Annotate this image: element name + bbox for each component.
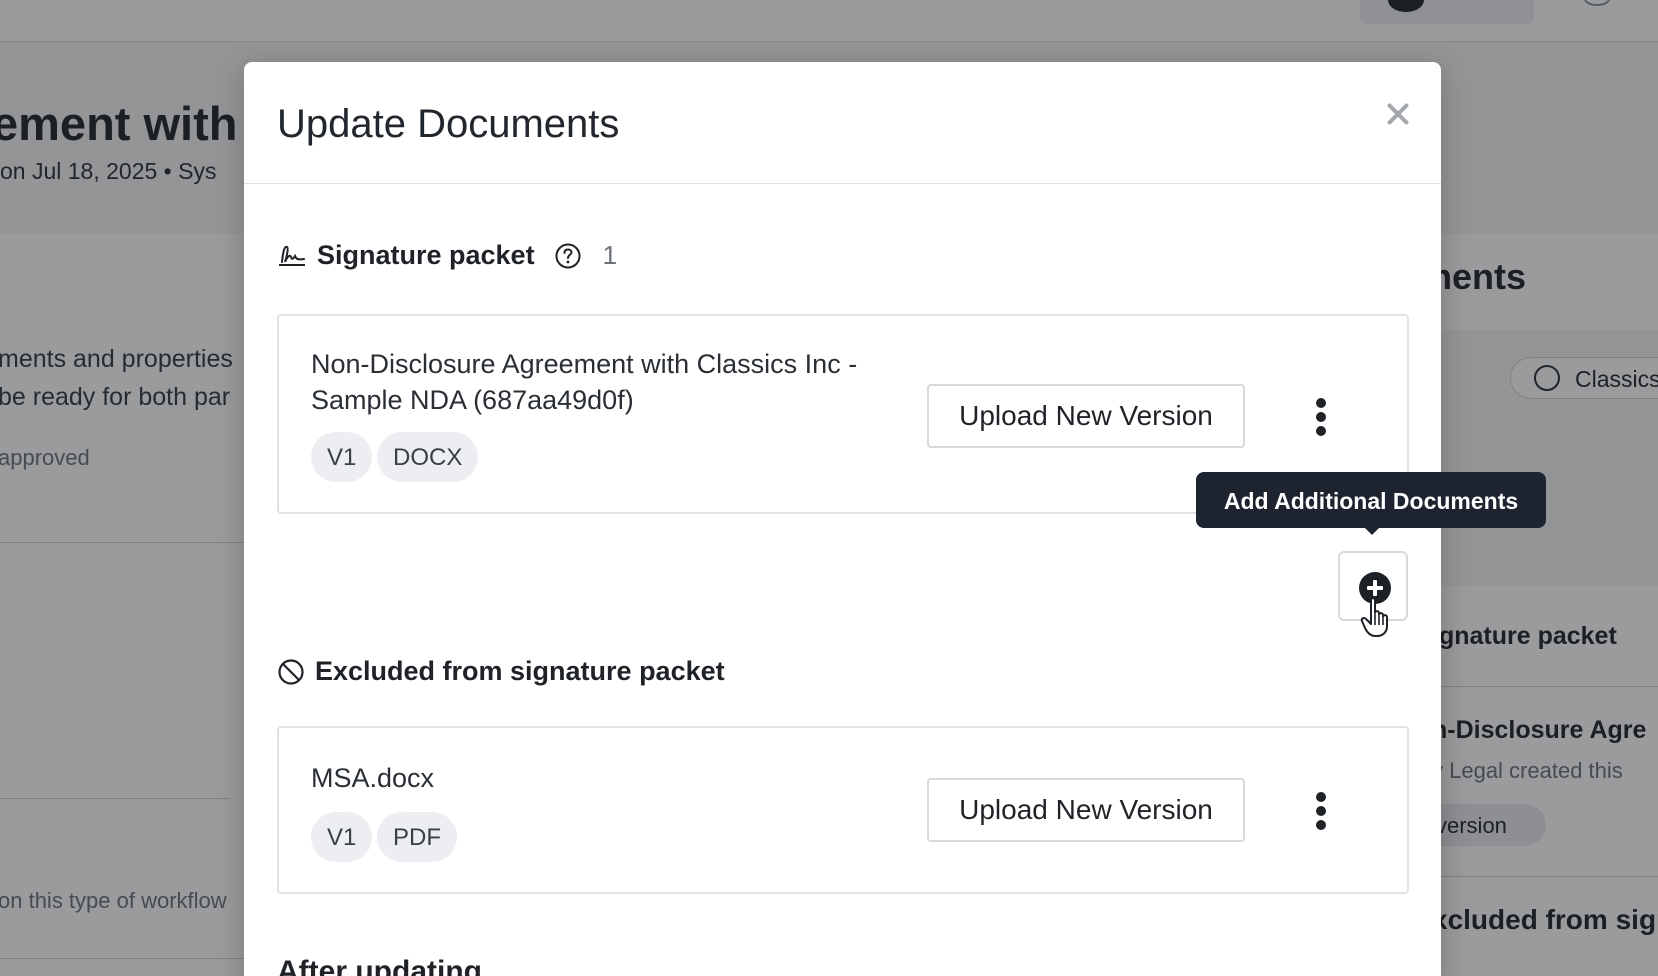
document-card: MSA.docx V1 PDF Upload New Version xyxy=(277,726,1409,894)
help-circle-icon[interactable] xyxy=(555,243,581,269)
upload-new-version-button[interactable]: Upload New Version xyxy=(927,384,1245,448)
excluded-section-header: Excluded from signature packet xyxy=(277,656,725,687)
signature-packet-header: Signature packet 1 xyxy=(277,240,617,271)
after-updating-heading: After updating xyxy=(277,955,482,976)
signature-icon xyxy=(279,245,305,266)
close-icon[interactable] xyxy=(1380,96,1416,132)
upload-new-version-button[interactable]: Upload New Version xyxy=(927,778,1245,842)
more-vertical-icon[interactable] xyxy=(1303,786,1339,836)
signature-packet-label: Signature packet xyxy=(317,240,535,270)
modal-header: Update Documents xyxy=(244,62,1441,184)
file-type-tag: PDF xyxy=(377,812,457,862)
ban-icon xyxy=(278,658,304,685)
document-name: Non-Disclosure Agreement with Classics I… xyxy=(311,349,858,415)
add-documents-tooltip: Add Additional Documents xyxy=(1196,472,1546,528)
version-tag: V1 xyxy=(311,812,373,862)
file-type-tag: DOCX xyxy=(377,432,479,482)
modal-title: Update Documents xyxy=(277,102,620,146)
more-vertical-icon[interactable] xyxy=(1303,392,1339,442)
document-name: MSA.docx xyxy=(311,763,435,793)
tooltip-arrow xyxy=(1364,527,1380,535)
hand-pointer-cursor xyxy=(1360,597,1388,637)
version-tag: V1 xyxy=(311,432,373,482)
excluded-section-label: Excluded from signature packet xyxy=(315,656,725,686)
signature-packet-count: 1 xyxy=(602,240,618,270)
